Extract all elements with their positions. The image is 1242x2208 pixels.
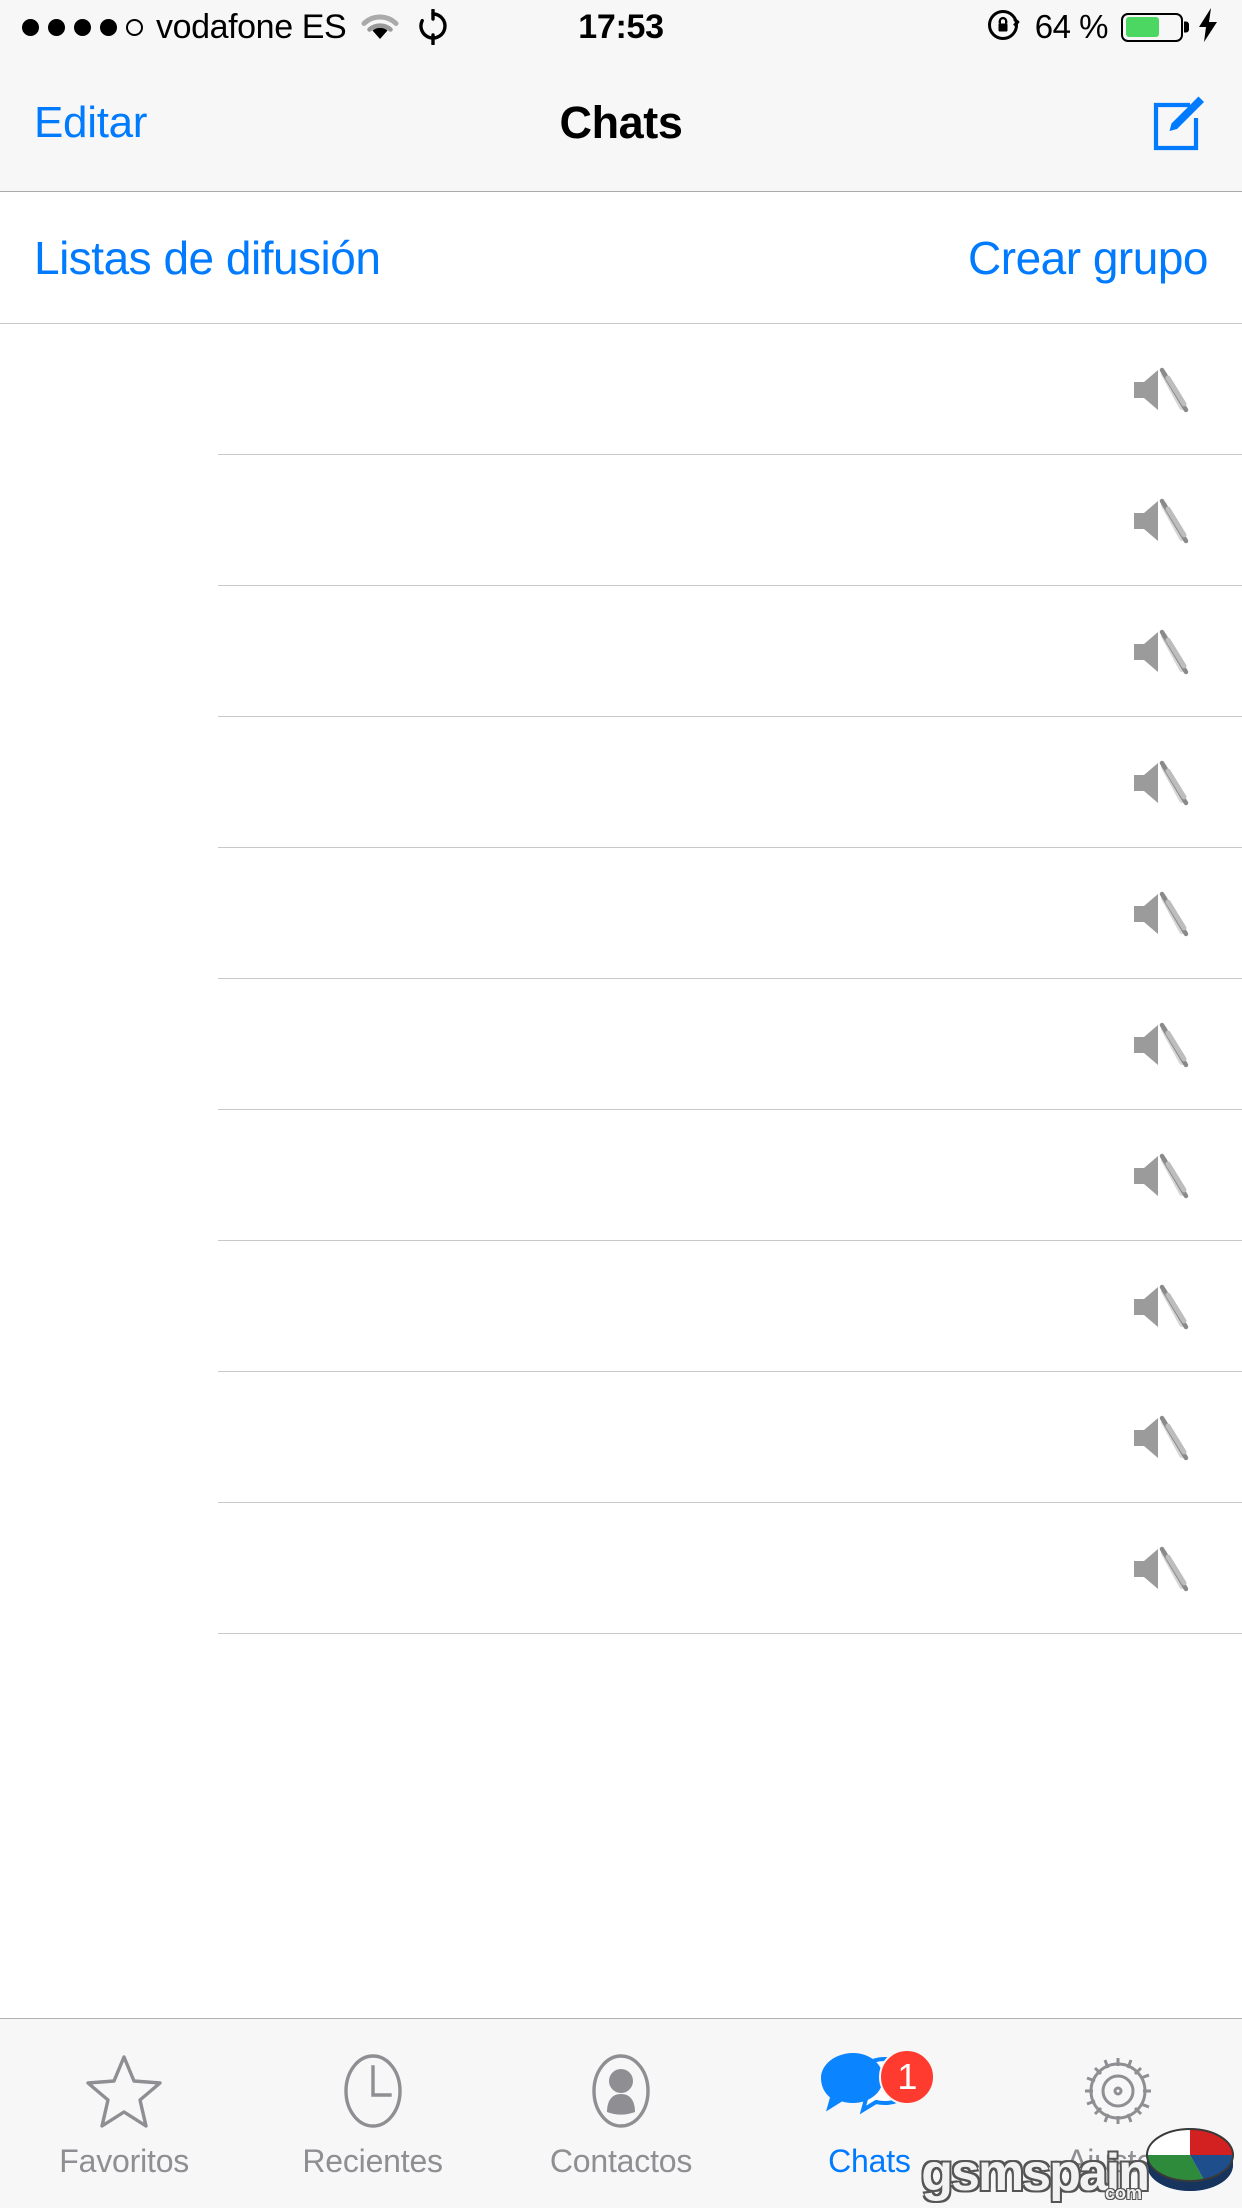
tab-chats[interactable]: 1 Chats [745,2019,993,2208]
chat-row-text [218,1304,1100,1310]
chat-list-row[interactable] [0,979,1242,1110]
navigation-bar: Editar Chats [0,54,1242,192]
status-bar-left: vodafone ES [22,9,450,45]
tab-label: Chats [828,2143,911,2179]
chat-row-text [218,387,1100,393]
chat-row-accessory [1100,1150,1190,1202]
chat-row-text [218,1042,1100,1048]
chat-row-text [218,780,1100,786]
chat-list-row[interactable] [0,1503,1242,1634]
chat-row-text [218,911,1100,917]
tab-label: Contactos [549,2143,693,2179]
battery-icon [1121,12,1183,42]
chat-list-row[interactable] [0,586,1242,717]
speaker-muted-icon [1134,891,1189,936]
chat-row-text [218,1435,1100,1441]
chat-list[interactable] [0,324,1242,2018]
chat-list-row[interactable] [0,324,1242,455]
chat-list-row[interactable] [0,1241,1242,1372]
phone-screen: vodafone ES 17:53 64 % Editar Chats List… [0,0,1242,2208]
wifi-icon [360,12,400,42]
signal-dot-2 [48,18,65,36]
speaker-muted-icon [1134,760,1189,805]
battery-percent-label: 64 % [1034,8,1109,45]
speaker-muted-icon [1134,1153,1189,1198]
chat-list-row[interactable] [0,455,1242,586]
clock-icon [332,2047,414,2135]
speaker-muted-icon [1134,498,1189,543]
chat-list-row[interactable] [0,848,1242,979]
chat-row-text [218,649,1100,655]
rotation-lock-icon [986,7,1022,48]
signal-dot-5 [126,18,143,36]
page-title: Chats [559,96,683,148]
signal-strength-dots [22,18,143,36]
speaker-muted-icon [1134,1284,1189,1329]
signal-dot-1 [22,18,39,36]
chat-row-accessory [1100,888,1190,940]
speaker-muted-icon [1134,629,1189,674]
status-bar-right: 64 % [986,7,1220,48]
speaker-muted-icon [1134,1546,1189,1591]
tab-bar: Favoritos Recientes Contactos 1 Chats Ajustes [0,2018,1242,2208]
tab-contactos[interactable]: Contactos [497,2019,745,2208]
chat-row-text [218,1566,1100,1572]
status-bar: vodafone ES 17:53 64 % [0,0,1242,54]
signal-dot-4 [100,18,117,36]
chat-row-accessory [1100,364,1190,416]
carrier-name: vodafone ES [156,8,347,46]
chat-row-accessory [1100,1281,1190,1333]
lightning-bolt-icon [1196,7,1220,48]
chat-list-row[interactable] [0,1110,1242,1241]
tab-label: Favoritos [59,2143,190,2179]
tab-ajustes[interactable]: Ajustes [994,2019,1242,2208]
chat-list-row[interactable] [0,1372,1242,1503]
sync-rotate-icon [416,9,450,45]
speaker-muted-icon [1134,1022,1189,1067]
chat-row-accessory [1100,495,1190,547]
tab-label: Recientes [302,2143,443,2179]
chat-row-text [218,1173,1100,1179]
tab-favoritos[interactable]: Favoritos [0,2019,248,2208]
signal-dot-3 [74,18,91,36]
chat-list-row[interactable] [0,717,1242,848]
chat-row-accessory [1100,1543,1190,1595]
edit-button[interactable]: Editar [34,98,147,148]
chat-row-accessory [1100,626,1190,678]
chat-row-accessory [1100,757,1190,809]
gear-icon [1075,2047,1161,2135]
create-group-link[interactable]: Crear grupo [968,231,1208,285]
chat-row-accessory [1100,1412,1190,1464]
tab-recientes[interactable]: Recientes [248,2019,496,2208]
speech-bubbles-icon: 1 [821,2047,936,2135]
speaker-muted-icon [1134,367,1189,412]
star-icon [83,2047,165,2135]
tab-label: Ajustes [1066,2143,1170,2179]
chat-row-accessory [1100,1019,1190,1071]
broadcast-group-row: Listas de difusión Crear grupo [0,192,1242,324]
status-bar-clock: 17:53 [578,7,664,46]
person-icon [580,2047,662,2135]
broadcast-lists-link[interactable]: Listas de difusión [34,231,381,285]
unread-badge: 1 [879,2049,936,2105]
speaker-muted-icon [1134,1415,1189,1460]
compose-new-chat-icon[interactable] [1146,92,1208,154]
chat-row-text [218,518,1100,524]
